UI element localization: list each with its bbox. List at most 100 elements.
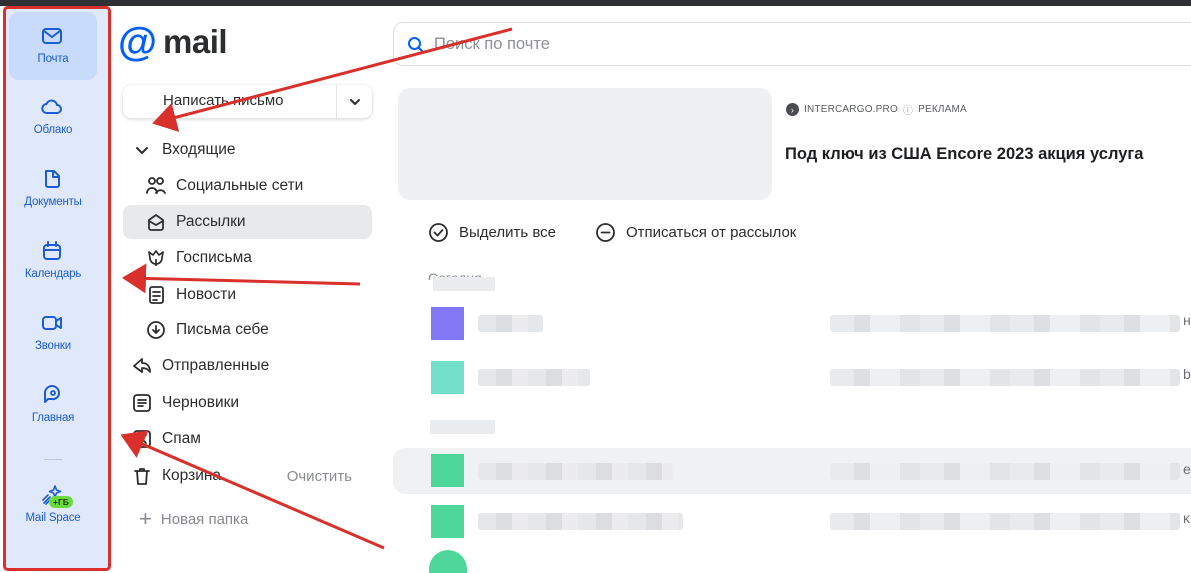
- search-placeholder: Поиск по почте: [434, 35, 550, 53]
- folder-label: Черновики: [162, 394, 240, 411]
- folder-newsletters[interactable]: Рассылки: [123, 205, 372, 239]
- blurred-group-header: [433, 277, 495, 291]
- storage-badge: +ГБ: [49, 496, 73, 508]
- folder-drafts[interactable]: Черновики: [123, 386, 372, 420]
- search-icon: [408, 37, 424, 53]
- folder-label: Письма себе: [176, 321, 269, 338]
- avatar: [431, 454, 464, 487]
- chevron-down-icon[interactable]: [131, 139, 153, 161]
- rail-item-label: Звонки: [35, 340, 71, 352]
- folder-label: Отправленные: [162, 357, 270, 374]
- message-row[interactable]: b: [393, 356, 1191, 396]
- video-call-icon: [42, 316, 62, 330]
- folder-label: Новости: [176, 286, 237, 303]
- folder-label: Рассылки: [176, 213, 246, 230]
- new-folder-label: Новая папка: [160, 510, 249, 528]
- truncated-text: e: [1183, 461, 1191, 477]
- ad-tag: РЕКЛАМА: [918, 104, 967, 115]
- folder-label: Госписьма: [176, 249, 252, 266]
- clear-trash-button[interactable]: Очистить: [287, 468, 352, 485]
- rail-item-label: Главная: [31, 412, 75, 424]
- ad-source: › INTERCARGO.PRO ⓘ РЕКЛАМА: [786, 102, 967, 117]
- truncated-text: н: [1183, 312, 1191, 328]
- ad-image[interactable]: [398, 88, 772, 200]
- rail-item-calendar[interactable]: Календарь: [9, 227, 97, 295]
- select-all-button[interactable]: Выделить все: [428, 220, 556, 244]
- compose-label: Написать письмо: [163, 92, 284, 109]
- rail-item-label: Почта: [37, 53, 69, 65]
- blurred-subject: [830, 315, 1180, 332]
- draft-icon: [131, 392, 153, 414]
- message-row[interactable]: н: [393, 302, 1191, 342]
- folder-inbox[interactable]: Входящие: [123, 133, 372, 167]
- trash-icon: [131, 465, 153, 487]
- rail-item-label: Облако: [33, 124, 73, 136]
- blurred-subject: [830, 513, 1180, 530]
- download-circle-icon: [145, 319, 167, 341]
- blurred-subject: [830, 369, 1180, 386]
- rail-item-mail[interactable]: Почта: [9, 12, 97, 80]
- compose-dropdown-button[interactable]: [337, 85, 372, 118]
- avatar: [431, 505, 464, 538]
- truncated-text: b: [1183, 366, 1191, 382]
- sent-arrow-icon: [131, 355, 153, 377]
- avatar: [431, 307, 464, 340]
- rail-divider: [44, 459, 62, 460]
- mail-logo[interactable]: @ mail: [118, 20, 228, 64]
- folder-spam[interactable]: Спам: [123, 422, 372, 456]
- mail-icon: [42, 28, 62, 44]
- logo-wordmark: mail: [163, 23, 228, 60]
- rail-item-documents[interactable]: Документы: [9, 155, 97, 223]
- info-icon: ⓘ: [902, 106, 914, 117]
- ad-source-domain: INTERCARGO.PRO: [804, 104, 898, 115]
- compose-button[interactable]: Написать письмо: [123, 85, 372, 118]
- blurred-sender: [478, 463, 673, 480]
- chevron-down-icon: [349, 98, 360, 105]
- plus-icon: +: [139, 506, 152, 531]
- home-chat-icon: [44, 385, 61, 403]
- minus-circle-icon: [596, 222, 615, 242]
- logo-at-sign: @: [118, 20, 158, 64]
- news-icon: [145, 284, 167, 306]
- search-input[interactable]: Поиск по почте: [393, 22, 1191, 66]
- blurred-sender: [478, 315, 543, 332]
- folder-news[interactable]: Новости: [123, 278, 372, 312]
- check-circle-icon: [429, 222, 448, 242]
- emblem-icon: [145, 247, 167, 269]
- people-icon: [145, 175, 167, 197]
- folder-gov[interactable]: Госписьма: [123, 241, 372, 275]
- spam-icon: [131, 428, 153, 450]
- select-all-label: Выделить все: [459, 223, 557, 241]
- folder-sent[interactable]: Отправленные: [123, 349, 372, 383]
- rail-item-home[interactable]: Главная: [9, 371, 97, 439]
- cloud-icon: [41, 99, 62, 114]
- blurred-subject: [830, 463, 1180, 480]
- ad-title[interactable]: Под ключ из США Encore 2023 акция услуга: [785, 145, 1143, 164]
- rail-item-label: Mail Space: [25, 512, 81, 524]
- newsletter-icon: [145, 211, 167, 233]
- folder-trash[interactable]: Корзина Очистить: [123, 459, 372, 493]
- folder-label: Спам: [162, 430, 201, 447]
- folder-label: Социальные сети: [176, 177, 304, 194]
- folder-label: Корзина: [162, 467, 222, 484]
- folder-self[interactable]: Письма себе: [123, 313, 372, 347]
- rail-item-label: Документы: [24, 196, 82, 208]
- rail-item-label: Календарь: [24, 268, 82, 280]
- blurred-group-header: [430, 420, 495, 434]
- blurred-sender: [478, 513, 683, 530]
- avatar: [431, 361, 464, 394]
- calendar-icon: [43, 241, 61, 260]
- truncated-text: ĸ: [1183, 510, 1190, 526]
- message-row[interactable]: ĸ: [393, 500, 1191, 540]
- blurred-sender: [478, 369, 590, 386]
- folder-social[interactable]: Социальные сети: [123, 169, 372, 203]
- unsubscribe-label: Отписаться от рассылок: [626, 223, 797, 241]
- folder-label: Входящие: [162, 141, 236, 158]
- rail-item-calls[interactable]: Звонки: [9, 299, 97, 367]
- document-icon: [45, 170, 60, 188]
- unsubscribe-button[interactable]: Отписаться от рассылок: [595, 220, 796, 244]
- new-folder-button[interactable]: + Новая папка: [139, 508, 248, 530]
- arrow-right-icon: ›: [786, 103, 799, 116]
- rail-item-cloud[interactable]: Облако: [9, 83, 97, 151]
- message-row[interactable]: e: [393, 448, 1191, 494]
